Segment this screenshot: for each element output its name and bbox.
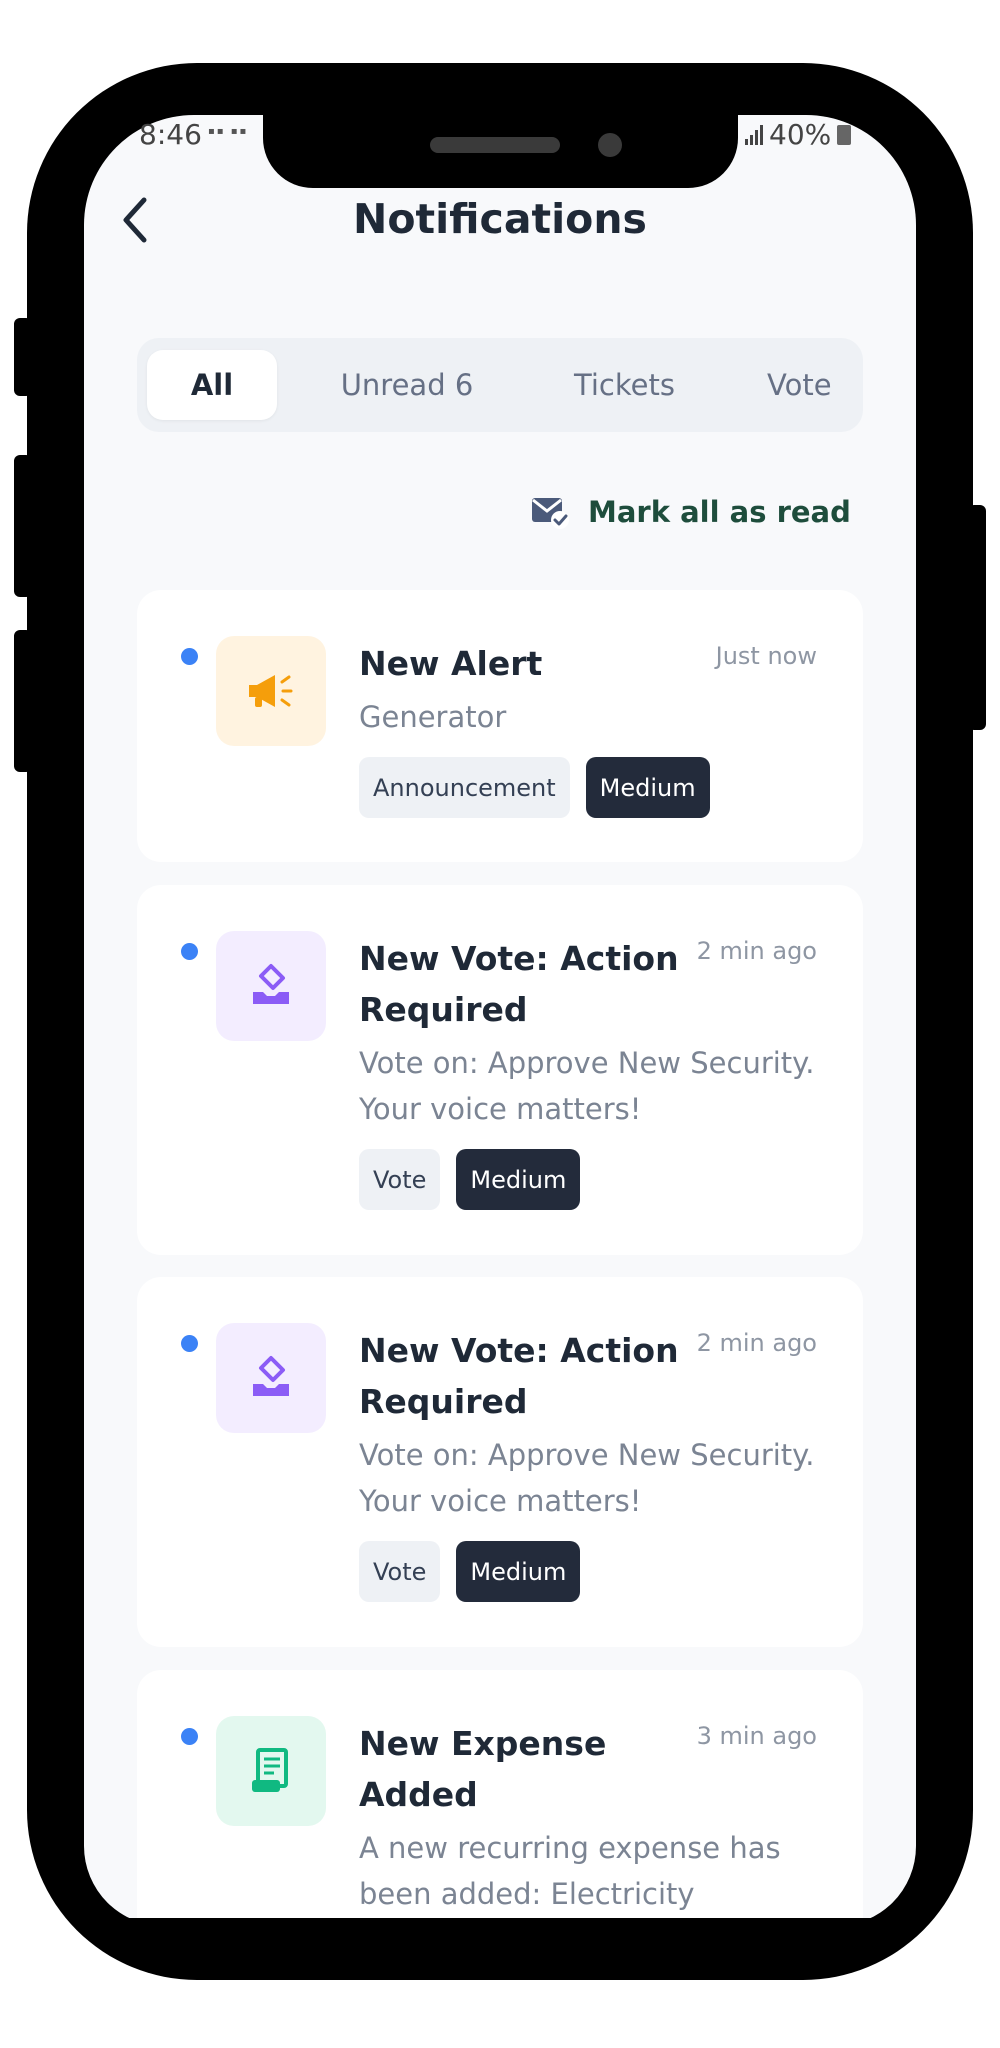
notification-title: New Expense Added [359, 1724, 607, 1814]
notification-time: Just now [715, 642, 817, 670]
notification-card[interactable]: New Vote: Action Required 2 min ago Vote… [137, 885, 863, 1255]
notification-title: New Vote: Action Required [359, 939, 679, 1029]
notification-card[interactable]: New Expense Added 3 min ago A new recurr… [137, 1670, 863, 1918]
notification-tags: Vote Medium [359, 1149, 581, 1210]
unread-dot [181, 648, 198, 665]
tab-all[interactable]: All [147, 350, 277, 420]
battery-icon [837, 124, 852, 145]
back-button[interactable] [115, 195, 155, 245]
notification-card[interactable]: New Vote: Action Required 2 min ago Vote… [137, 1277, 863, 1647]
category-tag: Vote [359, 1149, 441, 1210]
phone-side-button [14, 455, 32, 597]
notification-time: 3 min ago [696, 1722, 817, 1750]
tab-tickets[interactable]: Tickets [537, 350, 712, 420]
notification-tags: Announcement Medium [359, 757, 710, 818]
tab-vote[interactable]: Vote [767, 350, 863, 420]
notification-tags: Vote Medium [359, 1541, 581, 1602]
notification-icon-box [216, 636, 326, 746]
tab-unread[interactable]: Unread 6 [312, 350, 502, 420]
notification-body: A new recurring expense has been added: … [359, 1831, 781, 1911]
filter-tabs: All Unread 6 Tickets Vote [137, 338, 863, 432]
notification-time: 2 min ago [696, 1329, 817, 1357]
notification-time: 2 min ago [696, 937, 817, 965]
priority-tag: Medium [456, 1541, 581, 1602]
megaphone-icon [249, 675, 293, 707]
unread-dot [181, 1728, 198, 1745]
notification-icon-box [216, 931, 326, 1041]
signal-icon [745, 124, 763, 145]
notification-title: New Alert [359, 644, 543, 683]
mark-all-read-button[interactable]: Mark all as read [530, 490, 851, 534]
priority-tag: Medium [456, 1149, 581, 1210]
phone-bottom-bezel [84, 1918, 916, 1930]
priority-tag: Medium [585, 757, 710, 818]
mark-all-read-label: Mark all as read [588, 495, 851, 529]
notification-body: Generator [359, 700, 507, 734]
ballot-box-icon [253, 1356, 289, 1396]
phone-side-button [14, 630, 32, 772]
notification-body: Vote on: Approve New Security. Your voic… [359, 1046, 815, 1126]
chevron-left-icon [123, 197, 147, 243]
notification-title: New Vote: Action Required [359, 1331, 679, 1421]
status-notification-icons: ▪▪ ▪▪ [208, 126, 249, 137]
notification-icon-box [216, 1323, 326, 1433]
receipt-icon [252, 1748, 288, 1792]
category-tag: Announcement [359, 757, 570, 818]
notification-card[interactable]: New Alert Just now Generator Announcemen… [137, 590, 863, 862]
notification-icon-box [216, 1716, 326, 1826]
battery-percent: 40% [769, 118, 832, 151]
notification-body: Vote on: Approve New Security. Your voic… [359, 1438, 815, 1518]
ballot-box-icon [253, 964, 289, 1004]
page-title: Notifications [353, 195, 647, 243]
unread-dot [181, 1335, 198, 1352]
phone-side-button [14, 318, 32, 396]
category-tag: Vote [359, 1541, 441, 1602]
unread-dot [181, 943, 198, 960]
phone-speaker [430, 137, 560, 153]
status-indicators: 40% [745, 118, 852, 151]
phone-power-button [968, 505, 986, 730]
status-time: 8:46 [139, 118, 202, 151]
phone-camera [598, 133, 622, 157]
mail-check-icon [532, 498, 569, 529]
